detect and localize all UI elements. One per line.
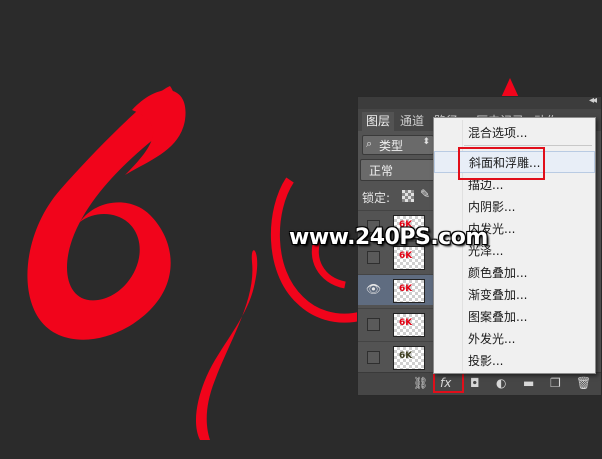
tab-layers[interactable]: 图层 [362,112,395,131]
panel-bottom-bar: ⛓ fx ◘ ◐ ▬ ❐ 🗑 [358,372,601,395]
panel-titlebar[interactable]: ◂◂ [358,95,601,109]
lock-transparency-icon[interactable] [402,190,414,202]
adjustment-icon[interactable]: ◐ [496,376,506,390]
layer-thumbnail: 6K [393,346,425,370]
visibility-toggle[interactable] [367,351,380,364]
search-icon: ⌕ [366,137,373,150]
blend-mode-select[interactable]: 正常 [360,159,436,181]
menu-item-pattern-overlay[interactable]: 图案叠加... [434,306,595,328]
menu-item-color-overlay[interactable]: 颜色叠加... [434,262,595,284]
visibility-toggle[interactable] [367,318,380,331]
layer-thumbnail: 6K [393,279,425,303]
trash-icon[interactable]: 🗑 [576,376,591,390]
chevron-updown-icon: ⬍ [422,137,430,147]
menu-item-outer-glow[interactable]: 外发光... [434,328,595,350]
tab-channels[interactable]: 通道 [396,112,428,131]
menu-item-gradient-overlay[interactable]: 渐变叠加... [434,284,595,306]
blend-mode-label: 正常 [369,164,394,178]
watermark: www.240PS.com [289,225,488,250]
menu-item-blending-options[interactable]: 混合选项... [434,122,595,144]
mask-icon[interactable]: ◘ [470,376,480,390]
lock-label: 锁定: [362,191,391,205]
eye-icon[interactable]: 👁 [366,282,381,296]
layer-thumbnail: 6K [393,313,425,337]
group-icon[interactable]: ▬ [523,376,534,390]
menu-separator [464,145,592,146]
bevel-emboss-highlight [458,147,545,180]
layer-filter-select[interactable]: ⌕ 类型 ⬍ [362,135,434,155]
menu-item-drop-shadow[interactable]: 投影... [434,350,595,372]
lock-pixels-icon[interactable]: ✎ [420,187,430,201]
fx-button-highlight [433,371,464,393]
link-icon[interactable]: ⛓ [413,376,428,390]
double-chevron-icon[interactable]: ◂◂ [589,95,597,106]
filter-label: 类型 [379,139,404,153]
visibility-toggle[interactable] [367,251,380,264]
menu-item-inner-shadow[interactable]: 内阴影... [434,196,595,218]
new-layer-icon[interactable]: ❐ [550,376,561,390]
